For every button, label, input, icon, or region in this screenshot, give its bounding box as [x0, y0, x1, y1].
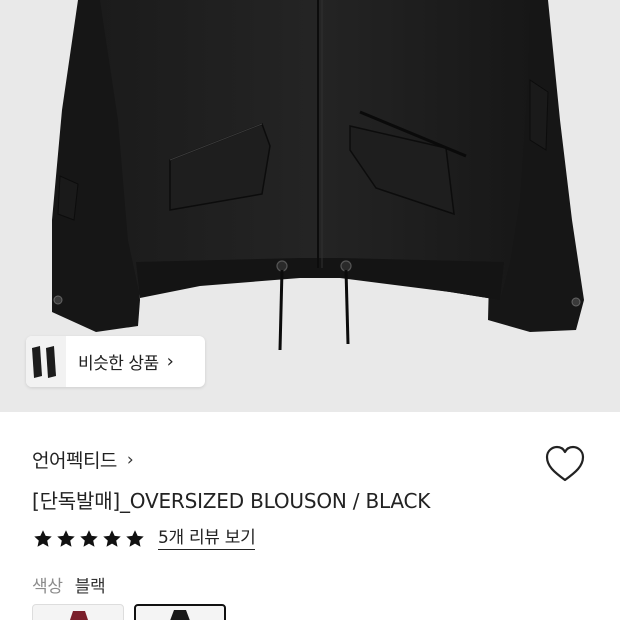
similar-product-thumbnail	[26, 336, 66, 387]
heart-icon[interactable]	[544, 444, 586, 484]
rating-row: 5개 리뷰 보기	[32, 528, 256, 550]
color-label: 색상	[32, 577, 63, 597]
color-row: 색상 블랙	[32, 572, 106, 597]
brand-name: 언어펙티드	[32, 450, 117, 472]
star-icon	[126, 530, 144, 547]
star-icon	[34, 530, 52, 547]
color-value: 블랙	[74, 577, 106, 597]
star-rating	[32, 528, 146, 550]
similar-products-label: 비슷한 상품	[78, 354, 159, 374]
star-icon	[57, 530, 75, 547]
star-icon	[103, 530, 121, 547]
color-swatch-black[interactable]	[134, 604, 226, 620]
product-image[interactable]: 비슷한 상품 ›	[0, 0, 620, 412]
chevron-right-icon: ›	[166, 351, 174, 372]
product-title: [단독발매]_OVERSIZED BLOUSON / BLACK	[32, 489, 431, 513]
color-swatch-burgundy[interactable]	[32, 604, 124, 620]
brand-link[interactable]: 언어펙티드 ›	[32, 446, 134, 473]
similar-products-button[interactable]: 비슷한 상품 ›	[26, 336, 205, 387]
chevron-right-icon: ›	[126, 449, 134, 470]
star-icon	[80, 530, 98, 547]
view-reviews-link[interactable]: 5개 리뷰 보기	[158, 528, 256, 550]
